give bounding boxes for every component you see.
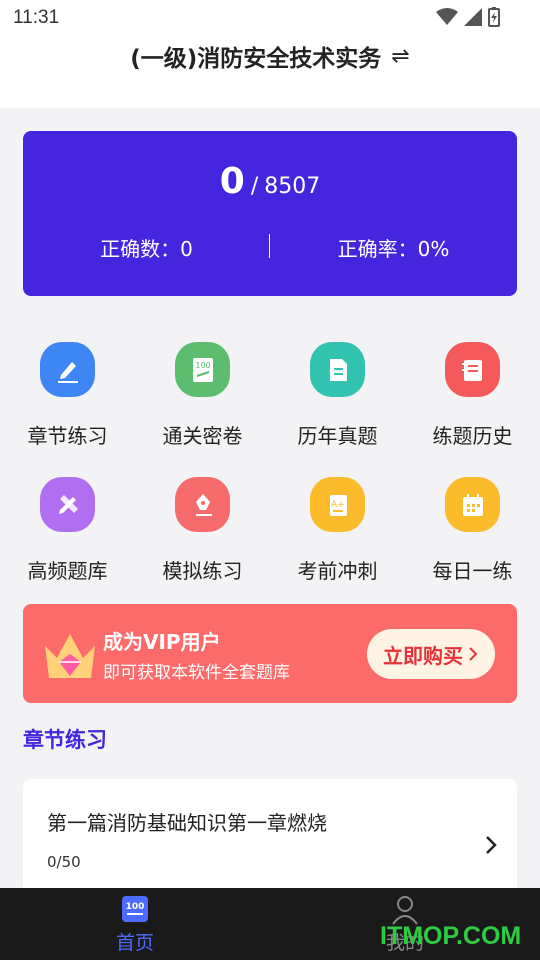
- chevron-right-icon: [486, 836, 497, 854]
- grid-item-past-exams[interactable]: 历年真题: [270, 340, 405, 450]
- grid-label: 高频题库: [27, 559, 108, 583]
- status-bar: 11:31: [0, 0, 540, 36]
- answered-count: 0: [219, 161, 245, 202]
- grid-label: 历年真题: [297, 424, 378, 448]
- grid-item-daily-practice[interactable]: 每日一练: [405, 475, 540, 585]
- correct-count: 正确数：0: [100, 237, 193, 261]
- section-title: 章节练习: [23, 728, 107, 752]
- svg-text:100: 100: [126, 902, 145, 912]
- document-icon: [310, 342, 365, 397]
- vip-subtitle: 即可获取本软件全套题库: [103, 663, 290, 683]
- grade-paper-icon: A+: [310, 477, 365, 532]
- buy-now-label: 立即购买: [383, 643, 463, 668]
- signal-icon: [464, 8, 482, 26]
- pen-icon: [175, 477, 230, 532]
- grid-item-chapter-practice[interactable]: 章节练习: [0, 340, 135, 450]
- correct-rate: 正确率：0%: [337, 237, 450, 261]
- buy-now-button[interactable]: 立即购买: [367, 629, 495, 679]
- home-exam-icon: 100: [122, 896, 148, 922]
- vip-banner[interactable]: 成为VIP用户 即可获取本软件全套题库 立即购买: [23, 604, 517, 703]
- chapter-card[interactable]: 第一篇消防基础知识第一章燃烧 0/50: [23, 779, 517, 894]
- grid-label: 每日一练: [432, 559, 513, 583]
- grid-item-pass-paper[interactable]: 100 通关密卷: [135, 340, 270, 450]
- nav-home[interactable]: 100 首页: [0, 888, 270, 960]
- battery-icon: [488, 7, 500, 27]
- switch-exam-icon[interactable]: ⇌: [391, 44, 409, 69]
- notebook-icon: [445, 342, 500, 397]
- grid-label: 练题历史: [432, 424, 513, 448]
- grid-item-mock-practice[interactable]: 模拟练习: [135, 475, 270, 585]
- watermark: ITMOP.COM: [380, 922, 522, 950]
- vip-title: 成为VIP用户: [103, 630, 221, 654]
- pencil-ruler-icon: [40, 477, 95, 532]
- svg-text:A+: A+: [331, 500, 345, 510]
- grid-label: 章节练习: [27, 424, 108, 448]
- chevron-right-icon: [469, 647, 478, 661]
- pencil-icon: [40, 342, 95, 397]
- chapter-name: 第一篇消防基础知识第一章燃烧: [47, 811, 327, 835]
- calendar-icon: [445, 477, 500, 532]
- score-line: 0/8507: [23, 161, 517, 202]
- wifi-icon: [436, 8, 458, 25]
- grid-item-high-frequency[interactable]: 高频题库: [0, 475, 135, 585]
- grid-label: 考前冲刺: [297, 559, 378, 583]
- total-count: 8507: [264, 174, 321, 199]
- page-title: (一级)消防安全技术实务: [130, 46, 382, 72]
- grid-item-practice-history[interactable]: 练题历史: [405, 340, 540, 450]
- grid-item-final-sprint[interactable]: A+ 考前冲刺: [270, 475, 405, 585]
- title-bar: (一级)消防安全技术实务 ⇌: [0, 36, 540, 108]
- score-separator: /: [250, 174, 259, 199]
- grid-label: 通关密卷: [162, 424, 243, 448]
- status-icons: [436, 7, 500, 27]
- chapter-progress: 0/50: [47, 853, 81, 871]
- nav-home-label: 首页: [115, 932, 154, 954]
- exam-paper-icon: 100: [175, 342, 230, 397]
- crown-gem-icon: [45, 634, 95, 678]
- stats-card: 0/8507 正确数：0 正确率：0%: [23, 131, 517, 296]
- grid-label: 模拟练习: [162, 559, 243, 583]
- user-icon: [392, 896, 418, 925]
- status-time: 11:31: [13, 7, 60, 28]
- svg-text:100: 100: [195, 361, 210, 370]
